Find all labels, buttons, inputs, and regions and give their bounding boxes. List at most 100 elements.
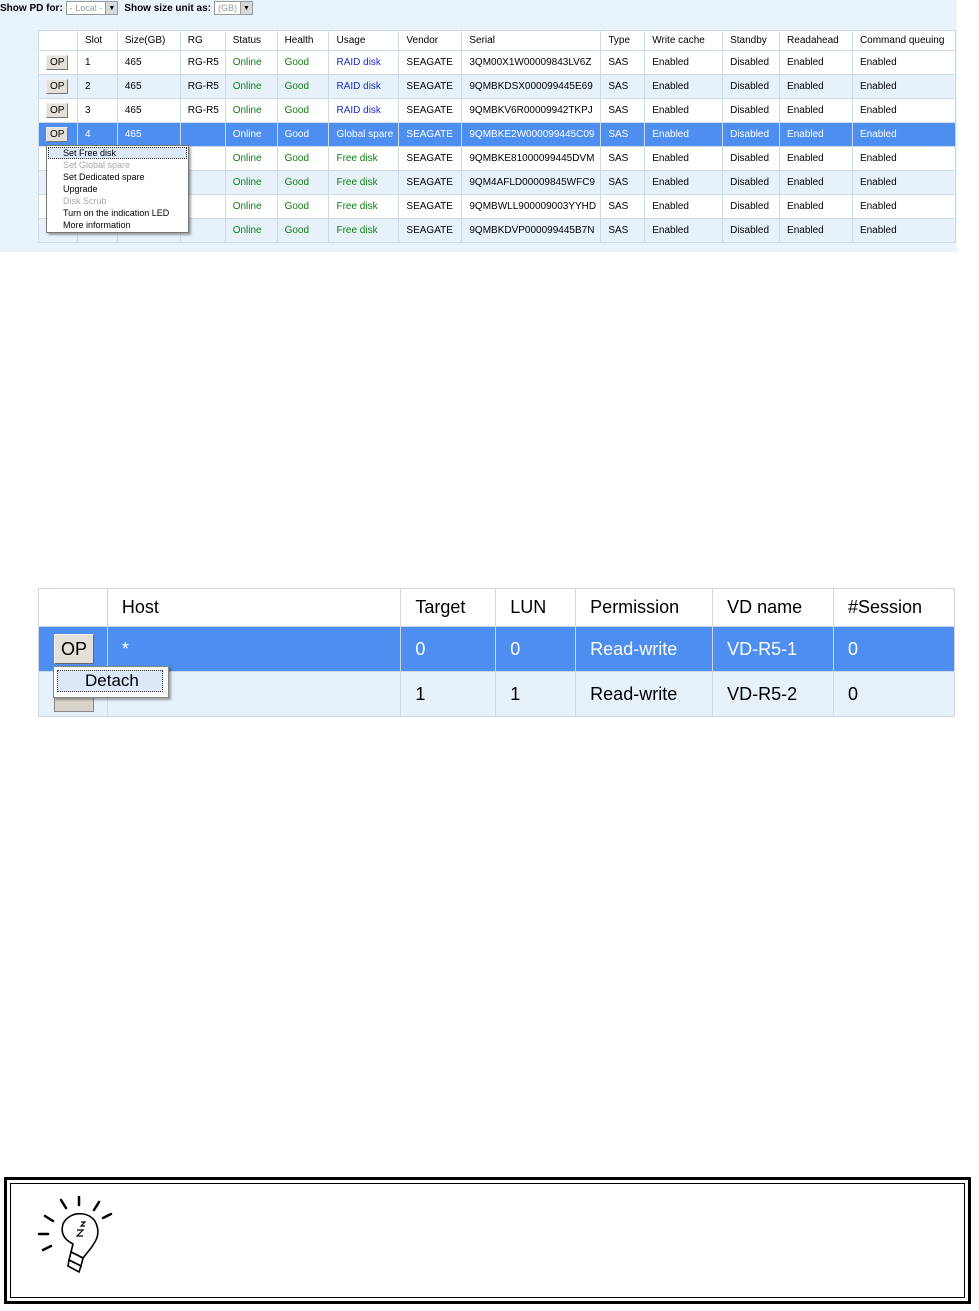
health-cell: Good: [276, 170, 330, 195]
command-queuing-cell: Enabled: [851, 218, 957, 243]
lun-mapping-panel: Host Target LUN Permission VD name #Sess…: [38, 588, 955, 718]
size-cell: 465: [116, 98, 181, 123]
command-queuing-cell: Enabled: [851, 50, 957, 75]
lun-op-context-menu: Detach: [53, 666, 169, 698]
menu-item-turn-on-led[interactable]: Turn on the indication LED: [47, 207, 188, 219]
standby-cell: Disabled: [722, 122, 781, 147]
slot-cell: 2: [76, 74, 118, 99]
status-cell: Online: [224, 122, 278, 147]
vendor-cell: SEAGATE: [398, 218, 463, 243]
table-row[interactable]: OP 1 465 RG-R5 Online Good RAID disk SEAGATE 3QM…: [38, 50, 957, 75]
write-cache-cell: Enabled: [644, 194, 724, 219]
col-header-op: [38, 30, 78, 51]
status-cell: Online: [224, 194, 278, 219]
col-header-host: Host: [106, 588, 402, 627]
col-header-vd-name: VD name: [712, 588, 835, 627]
col-header-write-cache: Write cache: [644, 30, 724, 51]
chevron-down-icon[interactable]: ▼: [239, 2, 252, 14]
menu-item-more-information[interactable]: More information: [47, 219, 188, 231]
status-cell: Online: [224, 50, 278, 75]
chevron-down-icon[interactable]: ▼: [105, 2, 118, 14]
lightbulb-icon: [37, 1196, 113, 1274]
op-cell: OP: [38, 122, 78, 147]
type-cell: SAS: [600, 146, 646, 171]
lun-table-header: Host Target LUN Permission VD name #Sess…: [38, 588, 955, 627]
op-button[interactable]: OP: [46, 79, 69, 94]
table-row[interactable]: OP 3 465 RG-R5 Online Good RAID disk SEAGATE 9QM…: [38, 98, 957, 123]
vd-name-cell: VD-R5-2: [712, 671, 835, 717]
type-cell: SAS: [600, 170, 646, 195]
write-cache-cell: Enabled: [644, 170, 724, 195]
col-header-lun: LUN: [495, 588, 577, 627]
table-row[interactable]: 1 1 Read-write VD-R5-2 0: [38, 671, 955, 717]
col-header-session: #Session: [833, 588, 955, 627]
op-cell: OP: [38, 98, 78, 123]
size-unit-select[interactable]: (GB) ▼: [213, 1, 253, 15]
usage-cell: RAID disk: [328, 98, 400, 123]
type-cell: SAS: [600, 122, 646, 147]
standby-cell: Disabled: [722, 50, 781, 75]
health-cell: Good: [276, 98, 330, 123]
command-queuing-cell: Enabled: [851, 74, 957, 99]
col-header-size: Size(GB): [116, 30, 181, 51]
type-cell: SAS: [600, 194, 646, 219]
write-cache-cell: Enabled: [644, 50, 724, 75]
op-button[interactable]: OP: [46, 55, 69, 70]
usage-cell: Global spare: [328, 122, 400, 147]
usage-cell: Free disk: [328, 146, 400, 171]
readahead-cell: Enabled: [779, 74, 853, 99]
health-cell: Good: [276, 146, 330, 171]
lun-mapping-table: Host Target LUN Permission VD name #Sess…: [38, 588, 955, 717]
col-header-readahead: Readahead: [779, 30, 853, 51]
slot-cell: 4: [76, 122, 118, 147]
col-header-usage: Usage: [328, 30, 400, 51]
usage-cell: RAID disk: [328, 50, 400, 75]
health-cell: Good: [276, 218, 330, 243]
rg-cell: [179, 122, 226, 147]
col-header-target: Target: [400, 588, 497, 627]
standby-cell: Disabled: [722, 194, 781, 219]
op-button[interactable]: OP: [46, 127, 69, 142]
command-queuing-cell: Enabled: [851, 194, 957, 219]
health-cell: Good: [276, 74, 330, 99]
pd-op-context-menu: Set Free disk Set Global spare Set Dedic…: [46, 145, 189, 233]
serial-cell: 3QM00X1W00009843LV6Z: [461, 50, 602, 75]
col-header-op: [38, 588, 108, 627]
col-header-serial: Serial: [461, 30, 602, 51]
status-cell: Online: [224, 74, 278, 99]
col-header-command-queuing: Command queuing: [851, 30, 957, 51]
tip-box-inner: [10, 1183, 965, 1298]
col-header-rg: RG: [179, 30, 226, 51]
rg-cell: RG-R5: [179, 50, 226, 75]
host-cell: *: [106, 626, 402, 672]
readahead-cell: Enabled: [779, 170, 853, 195]
usage-cell: Free disk: [328, 194, 400, 219]
menu-item-set-free-disk[interactable]: Set Free disk: [48, 147, 187, 159]
pd-toolbar: Show PD for: - Local - ▼ Show size unit …: [0, 0, 600, 16]
show-pd-select[interactable]: - Local - ▼: [65, 1, 119, 15]
vendor-cell: SEAGATE: [398, 98, 463, 123]
target-cell: 0: [400, 626, 497, 672]
menu-item-detach[interactable]: Detach: [57, 670, 163, 692]
table-row[interactable]: * 0 0 Read-write VD-R5-1 0: [38, 626, 955, 672]
col-header-vendor: Vendor: [398, 30, 463, 51]
status-cell: Online: [224, 146, 278, 171]
menu-item-set-dedicated-spare[interactable]: Set Dedicated spare: [47, 171, 188, 183]
op-cell: OP: [38, 74, 78, 99]
table-row[interactable]: OP 4 465 Online Good Global spare SEAGATE 9QMBK…: [38, 122, 957, 147]
type-cell: SAS: [600, 218, 646, 243]
readahead-cell: Enabled: [779, 194, 853, 219]
status-cell: Online: [224, 98, 278, 123]
size-unit-value: (GB): [217, 3, 237, 13]
menu-item-set-global-spare: Set Global spare: [63, 160, 131, 170]
table-row[interactable]: OP 2 465 RG-R5 Online Good RAID disk SEAGATE 9QM…: [38, 74, 957, 99]
write-cache-cell: Enabled: [644, 122, 724, 147]
vd-name-cell: VD-R5-1: [712, 626, 835, 672]
serial-cell: 9QMBKDSX000099445E69: [461, 74, 602, 99]
write-cache-cell: Enabled: [644, 146, 724, 171]
readahead-cell: Enabled: [779, 218, 853, 243]
op-button[interactable]: OP: [54, 634, 94, 664]
vendor-cell: SEAGATE: [398, 50, 463, 75]
menu-item-upgrade[interactable]: Upgrade: [47, 183, 188, 195]
op-button[interactable]: OP: [46, 103, 69, 118]
